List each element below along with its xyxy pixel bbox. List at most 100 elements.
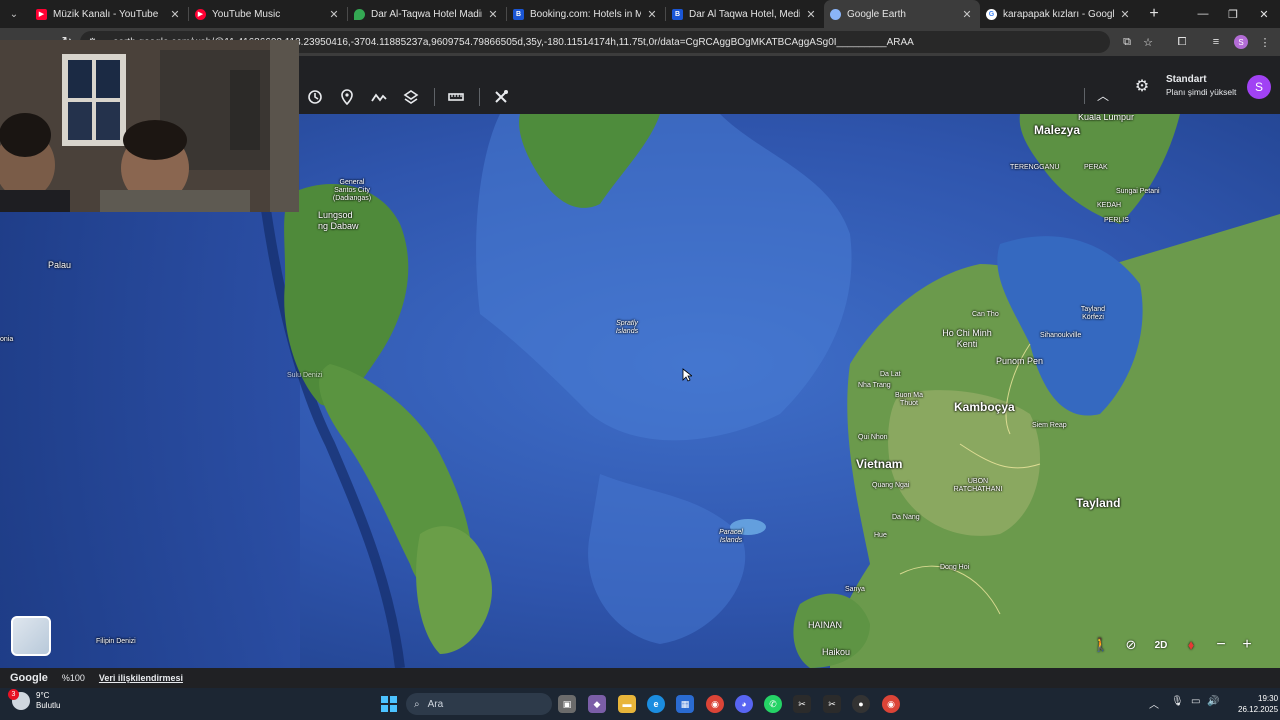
- webcam-video: [0, 40, 299, 212]
- close-icon[interactable]: ✕: [327, 8, 341, 21]
- map-label: Malezya: [1034, 123, 1081, 137]
- zoom-in-icon[interactable]: +: [1234, 633, 1260, 657]
- tab-search-button[interactable]: ⌄: [3, 3, 25, 25]
- zoom-out-icon[interactable]: −: [1208, 633, 1234, 657]
- capcut-alt-icon[interactable]: ✂: [823, 695, 841, 713]
- notification-badge: 3: [8, 689, 19, 700]
- browser-menu-icon[interactable]: ⋮: [1256, 33, 1274, 51]
- tab-7[interactable]: G karapapak kızları - Google'da A ✕: [980, 0, 1138, 28]
- measure-icon[interactable]: [441, 85, 471, 109]
- map-label: Sihanoukville: [1040, 332, 1082, 339]
- media-controls-icon[interactable]: ≡: [1207, 33, 1225, 51]
- toolbar-divider: [434, 88, 435, 106]
- whatsapp-icon[interactable]: ✆: [764, 695, 782, 713]
- copilot-icon[interactable]: ◆: [588, 695, 606, 713]
- map-label: Quang Ngai: [872, 482, 910, 489]
- google-logo: Google: [10, 672, 48, 684]
- volume-icon[interactable]: 🔊: [1207, 696, 1219, 707]
- chrome-icon[interactable]: ◉: [706, 695, 724, 713]
- search-placeholder: Ara: [427, 698, 444, 710]
- extensions-icon[interactable]: ⧠: [1173, 33, 1191, 51]
- discord-icon[interactable]: ◕: [735, 695, 753, 713]
- tilt-icon[interactable]: ⊘: [1118, 633, 1144, 657]
- map-label: Sungai Petani: [1116, 188, 1160, 195]
- close-icon[interactable]: ✕: [1118, 8, 1132, 21]
- profile-avatar[interactable]: S: [1232, 33, 1250, 51]
- tab-3[interactable]: Dar Al-Taqwa Hotel Madinah - ✕: [348, 0, 506, 28]
- 2d-toggle[interactable]: 2D: [1148, 633, 1174, 657]
- history-icon[interactable]: [300, 85, 330, 109]
- map-label: Filipin Denizi: [96, 638, 136, 645]
- bookmark-star-icon[interactable]: ☆: [1139, 33, 1157, 51]
- tab-label: karapapak kızları - Google'da A: [1003, 8, 1114, 20]
- chevron-up-icon[interactable]: ︿: [1094, 86, 1112, 104]
- map-label: Dong Hoi: [940, 564, 970, 571]
- new-tab-button[interactable]: +: [1142, 5, 1166, 23]
- map-label: Haikou: [822, 647, 851, 657]
- map-label: Tayland Körfezi: [1080, 306, 1106, 321]
- map-label: PERAK: [1084, 164, 1108, 171]
- obs-icon[interactable]: ●: [852, 695, 870, 713]
- map-style-thumbnail[interactable]: [11, 616, 51, 656]
- maps-pin-icon: [354, 8, 365, 20]
- system-clock[interactable]: 19:30 26.12.2025: [1238, 693, 1278, 715]
- map-label: TERENGGANU: [1010, 164, 1060, 171]
- install-app-icon[interactable]: ⧉: [1118, 33, 1136, 51]
- windows-start-icon[interactable]: [381, 696, 397, 712]
- tab-label: Dar Al-Taqwa Hotel Madinah -: [371, 8, 482, 20]
- network-icon[interactable]: ▭: [1191, 696, 1200, 707]
- file-explorer-icon[interactable]: ▬: [618, 695, 636, 713]
- tab-label: Booking.com: Hotels in Medine: [530, 8, 641, 20]
- map-label: General Santos City (Dadiangas): [332, 179, 372, 202]
- tab-4[interactable]: B Booking.com: Hotels in Medine ✕: [507, 0, 665, 28]
- map-label: Paracel Islands: [719, 529, 743, 544]
- map-controls: 🚶 ⊘ 2D ⬧ − +: [1088, 632, 1260, 658]
- plan-info[interactable]: Standart Planı şimdi yükselt: [1166, 74, 1236, 97]
- tab-1[interactable]: ▶ Müzik Kanalı - YouTube ✕: [30, 0, 188, 28]
- capcut-icon[interactable]: ✂: [793, 695, 811, 713]
- compass-icon[interactable]: ⬧: [1178, 633, 1204, 657]
- profile-initial: S: [1234, 35, 1248, 49]
- layers-icon[interactable]: [396, 85, 426, 109]
- weather-temp: 9°C: [36, 691, 50, 700]
- account-avatar[interactable]: S: [1247, 75, 1271, 99]
- map-label: Nha Trang: [858, 382, 891, 389]
- plan-upgrade-link[interactable]: Planı şimdi yükselt: [1166, 87, 1236, 97]
- close-window-button[interactable]: ✕: [1249, 0, 1279, 28]
- tab-5[interactable]: B Dar Al Taqwa Hotel, Medine (20 ✕: [666, 0, 824, 28]
- restore-button[interactable]: ❐: [1218, 0, 1248, 28]
- tab-2[interactable]: ▶ YouTube Music ✕: [189, 0, 347, 28]
- map-label: Lungsod ng Dabaw: [318, 210, 359, 231]
- tab-strip: ⌄ ▶ Müzik Kanalı - YouTube ✕ ▶ YouTube M…: [0, 0, 1280, 28]
- close-icon[interactable]: ✕: [168, 8, 182, 21]
- search-icon: ⌕: [414, 698, 420, 710]
- taskbar-search[interactable]: ⌕ Ara: [406, 693, 552, 715]
- task-view-icon[interactable]: ▣: [558, 695, 576, 713]
- place-marker-icon[interactable]: [332, 85, 362, 109]
- chrome-profile-icon[interactable]: ◉: [882, 695, 900, 713]
- map-label: PERLIS: [1104, 217, 1129, 224]
- close-icon[interactable]: ✕: [645, 8, 659, 21]
- minimize-button[interactable]: —: [1188, 0, 1218, 28]
- map-label: Tayland: [1076, 496, 1121, 510]
- map-label: Palau: [48, 260, 72, 270]
- gear-icon[interactable]: ⚙: [1132, 76, 1152, 96]
- data-attribution-link[interactable]: Veri ilişkilendirmesi: [99, 673, 183, 683]
- map-label: Sulu Denizi: [287, 372, 323, 379]
- settings-tools-icon[interactable]: [486, 85, 516, 109]
- microphone-icon[interactable]: 🎙: [1171, 696, 1184, 707]
- close-icon[interactable]: ✕: [486, 8, 500, 21]
- chevron-up-icon[interactable]: ︿: [1149, 696, 1159, 711]
- map-label: Punom Pen: [996, 356, 1044, 366]
- close-icon[interactable]: ✕: [804, 8, 818, 21]
- map-label: Vietnam: [856, 457, 903, 471]
- mouse-cursor-icon: [682, 368, 692, 382]
- edge-icon[interactable]: e: [647, 695, 665, 713]
- close-icon[interactable]: ✕: [960, 8, 974, 21]
- map-label: Da Nang: [892, 514, 920, 521]
- pegman-icon[interactable]: 🚶: [1088, 633, 1114, 657]
- store-icon[interactable]: ▦: [676, 695, 694, 713]
- path-icon[interactable]: [364, 85, 394, 109]
- tab-6-active[interactable]: Google Earth ✕: [824, 0, 980, 28]
- weather-widget[interactable]: 3 9°C Bulutlu: [8, 689, 60, 711]
